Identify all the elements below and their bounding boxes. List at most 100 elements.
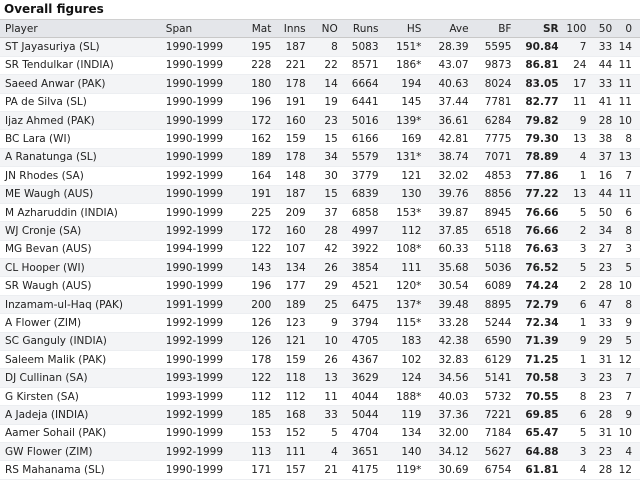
cell-bf: 6754 xyxy=(470,460,514,480)
cell-mat: 185 xyxy=(241,405,274,425)
cell-bf: 8856 xyxy=(470,185,514,204)
header-bf[interactable]: BF xyxy=(470,20,514,39)
cell-player[interactable]: ME Waugh (AUS) xyxy=(0,185,161,204)
cell-ducks: 10 xyxy=(614,424,640,443)
cell-no: 42 xyxy=(307,240,340,260)
header-ducks[interactable]: 0 xyxy=(614,20,640,39)
cell-fifties: 28 xyxy=(588,276,615,296)
cell-player[interactable]: Inzamam-ul-Haq (PAK) xyxy=(0,295,161,315)
cell-fifties: 28 xyxy=(588,405,615,425)
cell-sr: 76.63 xyxy=(513,240,561,260)
cell-ducks: 8 xyxy=(614,129,640,149)
header-fifties[interactable]: 50 xyxy=(588,20,615,39)
cell-player[interactable]: BC Lara (WI) xyxy=(0,129,161,149)
cell-player[interactable]: SC Ganguly (INDIA) xyxy=(0,332,161,352)
table-row: ME Waugh (AUS) 1990-1999 191 187 15 6839 130 39… xyxy=(0,185,640,204)
cell-no: 22 xyxy=(307,56,340,76)
cell-no: 15 xyxy=(307,185,340,204)
header-mat[interactable]: Mat xyxy=(241,20,274,39)
cell-ducks: 6 xyxy=(614,203,640,223)
cell-player[interactable]: JN Rhodes (SA) xyxy=(0,166,161,186)
cell-hs: 111 xyxy=(380,258,424,278)
cell-hundreds: 9 xyxy=(560,332,589,352)
header-hs[interactable]: HS xyxy=(380,20,424,39)
cell-ave: 40.03 xyxy=(423,387,471,407)
cell-bf: 6089 xyxy=(470,276,514,296)
cell-player[interactable]: Aamer Sohail (PAK) xyxy=(0,424,161,443)
cell-hs: 102 xyxy=(380,350,424,370)
cell-hundreds: 5 xyxy=(560,424,589,443)
cell-sr: 72.79 xyxy=(513,295,561,315)
header-no[interactable]: NO xyxy=(307,20,340,39)
cell-player[interactable]: DJ Cullinan (SA) xyxy=(0,368,161,388)
cell-player[interactable]: Ijaz Ahmed (PAK) xyxy=(0,111,161,131)
cell-player[interactable]: MG Bevan (AUS) xyxy=(0,240,161,260)
cell-ave: 30.54 xyxy=(423,276,471,296)
header-player[interactable]: Player xyxy=(0,20,161,39)
cell-player[interactable]: Saeed Anwar (PAK) xyxy=(0,74,161,94)
cell-player[interactable]: CL Hooper (WI) xyxy=(0,258,161,278)
cell-hundreds: 1 xyxy=(560,166,589,186)
cell-player[interactable]: A Ranatunga (SL) xyxy=(0,148,161,168)
cell-runs: 3854 xyxy=(339,258,381,278)
cell-span: 1990-1999 xyxy=(160,350,242,370)
cell-span: 1992-1999 xyxy=(160,166,242,186)
table-row: A Jadeja (INDIA) 1992-1999 185 168 33 5044 119… xyxy=(0,405,640,425)
cell-sr: 79.30 xyxy=(513,129,561,149)
cell-no: 33 xyxy=(307,405,340,425)
cell-player[interactable]: GW Flower (ZIM) xyxy=(0,442,161,462)
cell-ave: 42.81 xyxy=(423,129,471,149)
cell-player[interactable]: Saleem Malik (PAK) xyxy=(0,350,161,370)
cell-bf: 5036 xyxy=(470,258,514,278)
cell-span: 1990-1999 xyxy=(160,424,242,443)
cell-bf: 6590 xyxy=(470,332,514,352)
cell-player[interactable]: A Jadeja (INDIA) xyxy=(0,405,161,425)
cell-ducks: 4 xyxy=(614,442,640,462)
cell-span: 1990-1999 xyxy=(160,276,242,296)
cell-fifties: 23 xyxy=(588,442,615,462)
cell-inns: 160 xyxy=(273,111,308,131)
cell-mat: 172 xyxy=(241,221,274,241)
table-row: A Ranatunga (SL) 1990-1999 189 178 34 5579 131… xyxy=(0,148,640,168)
cell-player[interactable]: WJ Cronje (SA) xyxy=(0,221,161,241)
cell-player[interactable]: ST Jayasuriya (SL) xyxy=(0,37,161,57)
cell-hs: 140 xyxy=(380,442,424,462)
cell-runs: 4175 xyxy=(339,460,381,480)
cell-mat: 196 xyxy=(241,276,274,296)
cell-player[interactable]: M Azharuddin (INDIA) xyxy=(0,203,161,223)
table-row: A Flower (ZIM) 1992-1999 126 123 9 3794 115* 33… xyxy=(0,313,640,333)
cell-inns: 121 xyxy=(273,332,308,352)
table-row: MG Bevan (AUS) 1994-1999 122 107 42 3922 108* 6… xyxy=(0,240,640,260)
header-span[interactable]: Span xyxy=(160,20,242,39)
cell-ave: 40.63 xyxy=(423,74,471,94)
header-sr[interactable]: SR xyxy=(513,20,561,39)
cell-hs: 183 xyxy=(380,332,424,352)
cell-player[interactable]: RS Mahanama (SL) xyxy=(0,460,161,480)
cell-sr: 77.86 xyxy=(513,166,561,186)
cell-bf: 5141 xyxy=(470,368,514,388)
cell-player[interactable]: A Flower (ZIM) xyxy=(0,313,161,333)
cell-sr: 83.05 xyxy=(513,74,561,94)
header-hundreds[interactable]: 100 xyxy=(560,20,589,39)
header-ave[interactable]: Ave xyxy=(423,20,471,39)
header-inns[interactable]: Inns xyxy=(273,20,308,39)
cell-sr: 64.88 xyxy=(513,442,561,462)
cell-ave: 37.36 xyxy=(423,405,471,425)
cell-span: 1992-1999 xyxy=(160,313,242,333)
cell-runs: 6475 xyxy=(339,295,381,315)
cell-player[interactable]: G Kirsten (SA) xyxy=(0,387,161,407)
cell-player[interactable]: PA de Silva (SL) xyxy=(0,93,161,112)
cell-span: 1992-1999 xyxy=(160,442,242,462)
cell-no: 28 xyxy=(307,221,340,241)
cell-mat: 122 xyxy=(241,240,274,260)
cell-sr: 65.47 xyxy=(513,424,561,443)
cell-player[interactable]: SR Tendulkar (INDIA) xyxy=(0,56,161,76)
cell-mat: 171 xyxy=(241,460,274,480)
cell-inns: 160 xyxy=(273,221,308,241)
cell-hundreds: 13 xyxy=(560,129,589,149)
cell-player[interactable]: SR Waugh (AUS) xyxy=(0,276,161,296)
cell-bf: 8024 xyxy=(470,74,514,94)
cell-mat: 143 xyxy=(241,258,274,278)
table-row: JN Rhodes (SA) 1992-1999 164 148 30 3779 121 32… xyxy=(0,166,640,186)
header-runs[interactable]: Runs xyxy=(339,20,381,39)
